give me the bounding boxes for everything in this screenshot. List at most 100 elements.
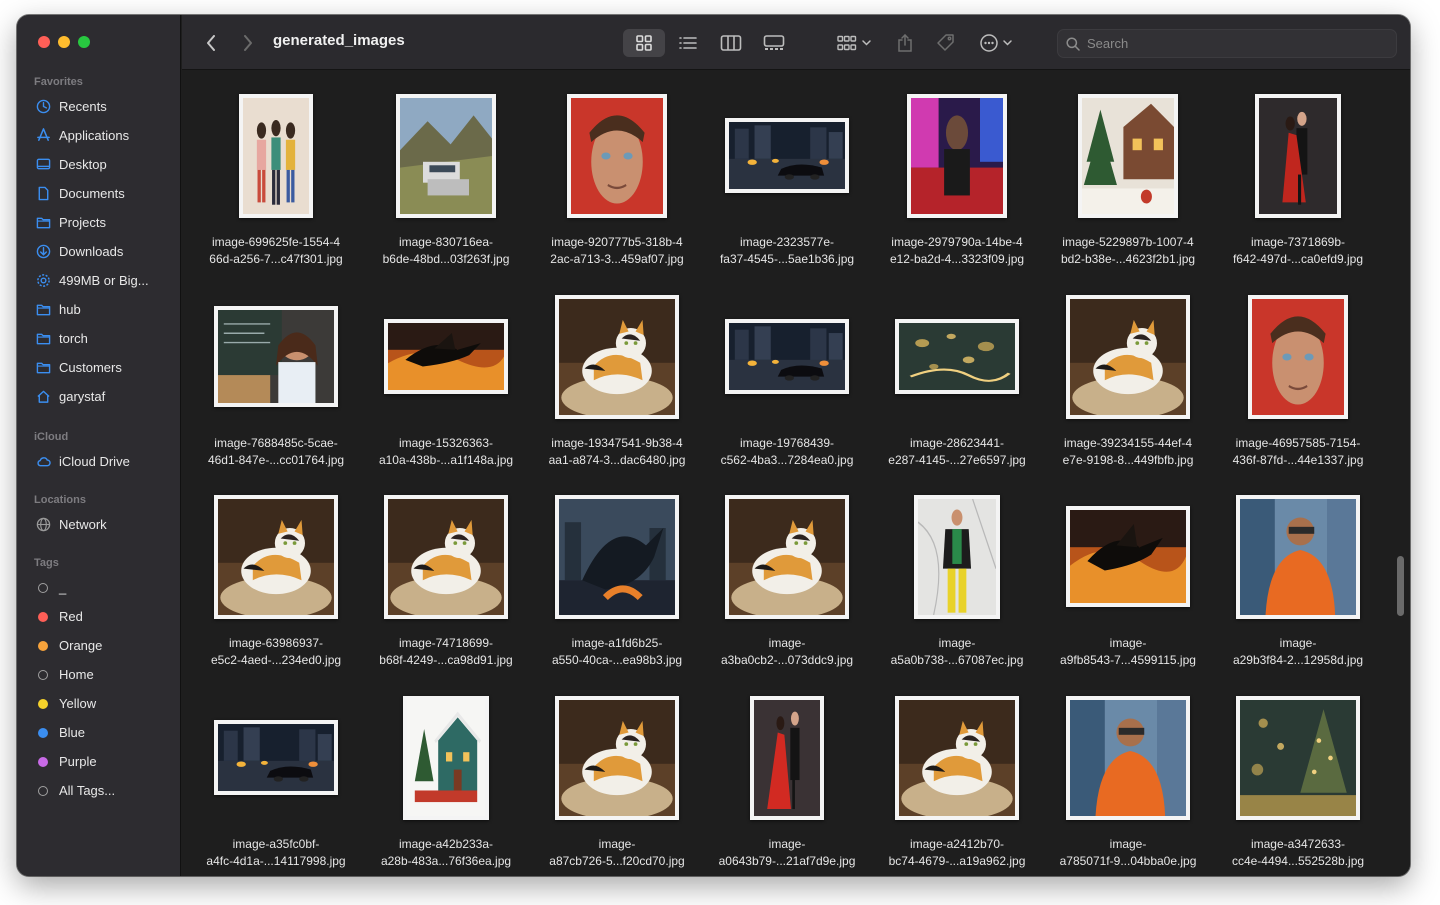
image-thumbnail[interactable]	[555, 494, 679, 619]
toolbar: generated_images	[182, 15, 1410, 70]
sidebar-item-hub[interactable]: hub	[17, 295, 181, 324]
file-item[interactable]: image-699625fe-1554-4 66d-a256-7...c47f30…	[191, 71, 361, 271]
minimize-window-button[interactable]	[58, 36, 70, 48]
sidebar-item-499mb-or-big[interactable]: 499MB or Big...	[17, 266, 181, 295]
more-actions-button[interactable]	[977, 29, 1019, 57]
tag-item[interactable]: Home	[17, 660, 181, 689]
sidebar-item-applications[interactable]: Applications	[17, 121, 181, 150]
sidebar-item-recents[interactable]: Recents	[17, 92, 181, 121]
sidebar-item-icloud-drive[interactable]: iCloud Drive	[17, 447, 181, 476]
tag-item[interactable]: Red	[17, 602, 181, 631]
tag-item[interactable]: Purple	[17, 747, 181, 776]
list-view-button[interactable]	[672, 29, 704, 57]
file-item[interactable]: image-a2412b70- bc74-4679-...a19a962.jpg	[872, 673, 1042, 873]
sidebar-item-projects[interactable]: Projects	[17, 208, 181, 237]
file-item[interactable]: image-a42b233a-a28b-483a...76f36ea.jpg	[361, 673, 531, 873]
image-thumbnail[interactable]	[214, 720, 338, 795]
search-field[interactable]	[1057, 29, 1397, 58]
image-thumbnail[interactable]	[1078, 93, 1178, 218]
tag-item[interactable]: Blue	[17, 718, 181, 747]
image-thumbnail[interactable]	[1255, 93, 1341, 218]
file-item[interactable]: image-2979790a-14be-4 e12-ba2d-4...3323f0…	[872, 71, 1042, 271]
tag-item[interactable]: _	[17, 573, 181, 602]
file-item[interactable]: image-a785071f-9...04bba0e.jpg	[1043, 673, 1213, 873]
sidebar-item-downloads[interactable]: Downloads	[17, 237, 181, 266]
tag-item[interactable]: All Tags...	[17, 776, 181, 805]
image-thumbnail[interactable]	[214, 494, 338, 619]
file-item[interactable]: image-a0643b79-...21af7d9e.jpg	[702, 673, 872, 873]
file-name: image-920777b5-318b-4 2ac-a713-3...459af0…	[532, 234, 702, 268]
back-button[interactable]	[200, 29, 222, 57]
tag-button[interactable]	[934, 29, 958, 57]
folder-icon	[35, 331, 51, 347]
file-item[interactable]: image-7688485c-5cae- 46d1-847e-...cc01764…	[191, 272, 361, 472]
image-thumbnail[interactable]	[214, 306, 338, 407]
vertical-scrollbar[interactable]	[1397, 556, 1404, 616]
file-item[interactable]: image-28623441- e287-4145-...27e6597.jpg	[872, 272, 1042, 472]
close-window-button[interactable]	[38, 36, 50, 48]
image-thumbnail[interactable]	[895, 695, 1019, 820]
image-thumbnail[interactable]	[895, 319, 1019, 394]
search-input[interactable]	[1087, 36, 1377, 51]
file-item[interactable]: image-39234155-44ef-4 e7e-9198-8...449fbf…	[1043, 272, 1213, 472]
sidebar-item-torch[interactable]: torch	[17, 324, 181, 353]
image-thumbnail[interactable]	[384, 319, 508, 394]
sidebar-item-network[interactable]: Network	[17, 510, 181, 539]
image-thumbnail[interactable]	[1236, 494, 1360, 619]
file-item[interactable]: image-a35fc0bf-a4fc-4d1a-...14117998.jpg	[191, 673, 361, 873]
maximize-window-button[interactable]	[78, 36, 90, 48]
file-item[interactable]: image-a3472633- cc4e-4494...552528b.jpg	[1213, 673, 1383, 873]
sidebar-item-customers[interactable]: Customers	[17, 353, 181, 382]
file-item[interactable]: image-5229897b-1007-4 bd2-b38e-...4623f2b…	[1043, 71, 1213, 271]
tag-item[interactable]: Yellow	[17, 689, 181, 718]
file-item[interactable]: image-a5a0b738-...67087ec.jpg	[872, 472, 1042, 672]
image-thumbnail[interactable]	[239, 93, 313, 218]
group-button[interactable]	[834, 29, 876, 57]
file-item[interactable]: image-a87cb726-5...f20cd70.jpg	[532, 673, 702, 873]
file-item[interactable]: image-7371869b-f642-497d-...ca0efd9.jpg	[1213, 71, 1383, 271]
file-item[interactable]: image-19768439- c562-4ba3...7284ea0.jpg	[702, 272, 872, 472]
image-thumbnail[interactable]	[403, 695, 489, 820]
sidebar-item-documents[interactable]: Documents	[17, 179, 181, 208]
image-thumbnail[interactable]	[907, 93, 1007, 218]
image-thumbnail[interactable]	[555, 695, 679, 820]
share-button[interactable]	[894, 29, 916, 57]
file-item[interactable]: image-2323577e-fa37-4545-...5ae1b36.jpg	[702, 71, 872, 271]
image-thumbnail[interactable]	[725, 118, 849, 193]
sidebar-item-desktop[interactable]: Desktop	[17, 150, 181, 179]
file-item[interactable]: image-46957585-7154- 436f-87fd-...44e1337…	[1213, 272, 1383, 472]
tag-icon	[937, 34, 954, 51]
tag-item[interactable]: Orange	[17, 631, 181, 660]
image-thumbnail[interactable]	[1248, 294, 1348, 419]
image-thumbnail[interactable]	[725, 319, 849, 394]
image-thumbnail[interactable]	[1066, 695, 1190, 820]
gallery-view-button[interactable]	[757, 29, 791, 57]
sidebar-item-garystaf[interactable]: garystaf	[17, 382, 181, 411]
icon-view-button[interactable]	[623, 29, 665, 57]
image-thumbnail[interactable]	[914, 494, 1000, 619]
image-thumbnail[interactable]	[1236, 695, 1360, 820]
file-name: image-39234155-44ef-4 e7e-9198-8...449fbf…	[1043, 435, 1213, 469]
column-view-button[interactable]	[715, 29, 747, 57]
image-thumbnail[interactable]	[567, 93, 667, 218]
image-thumbnail[interactable]	[555, 294, 679, 419]
file-item[interactable]: image-a29b3f84-2...12958d.jpg	[1213, 472, 1383, 672]
forward-button[interactable]	[237, 29, 259, 57]
image-thumbnail[interactable]	[750, 695, 824, 820]
image-thumbnail[interactable]	[1066, 294, 1190, 419]
image-thumbnail[interactable]	[725, 494, 849, 619]
folder-icon	[35, 302, 51, 318]
image-thumbnail[interactable]	[384, 494, 508, 619]
file-item[interactable]: image-920777b5-318b-4 2ac-a713-3...459af0…	[532, 71, 702, 271]
file-item[interactable]: image-74718699- b68f-4249-...ca98d91.jpg	[361, 472, 531, 672]
desktop-icon	[35, 157, 51, 173]
image-thumbnail[interactable]	[1066, 506, 1190, 607]
file-item[interactable]: image-a3ba0cb2-...073ddc9.jpg	[702, 472, 872, 672]
file-item[interactable]: image-15326363- a10a-438b-...a1f148a.jpg	[361, 272, 531, 472]
file-item[interactable]: image-a1fd6b25- a550-40ca-...ea98b3.jpg	[532, 472, 702, 672]
file-item[interactable]: image-63986937- e5c2-4aed-...234ed0.jpg	[191, 472, 361, 672]
file-item[interactable]: image-19347541-9b38-4 aa1-a874-3...dac648…	[532, 272, 702, 472]
file-item[interactable]: image-a9fb8543-7...4599115.jpg	[1043, 472, 1213, 672]
image-thumbnail[interactable]	[396, 93, 496, 218]
file-item[interactable]: image-830716ea-b6de-48bd...03f263f.jpg	[361, 71, 531, 271]
